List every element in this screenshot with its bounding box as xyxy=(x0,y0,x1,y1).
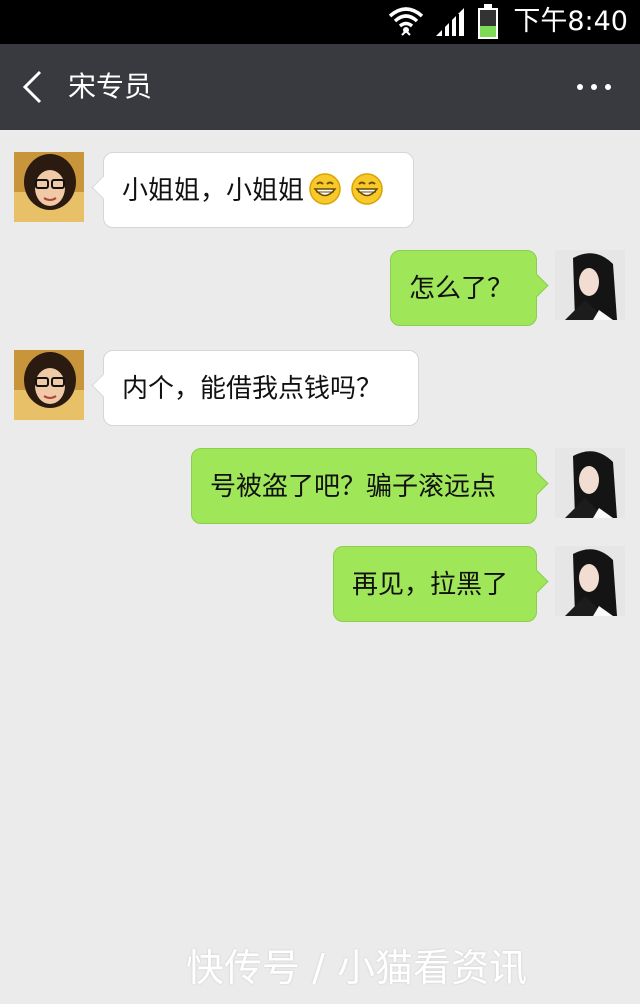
message-text: 内个，能借我点钱吗？ xyxy=(122,374,383,404)
contact-avatar[interactable] xyxy=(14,350,84,420)
wifi-icon xyxy=(388,7,424,36)
my-avatar[interactable] xyxy=(555,546,625,616)
message-text: 号被盗了吧？骗子滚远点 xyxy=(210,472,497,502)
message-text: 再见，拉黑了 xyxy=(352,570,509,600)
my-avatar[interactable] xyxy=(555,448,625,518)
status-time: 下午8:40 xyxy=(513,6,628,37)
my-avatar[interactable] xyxy=(555,250,625,320)
grin-emoji-icon xyxy=(309,172,341,205)
battery-icon xyxy=(478,4,498,39)
message-bubble-outgoing: 号被盗了吧？骗子滚远点 xyxy=(191,448,537,524)
chevron-left-icon[interactable] xyxy=(20,70,44,104)
chat-header: 宋专员 xyxy=(0,44,640,130)
status-bar: 下午8:40 xyxy=(0,0,640,44)
message-bubble-incoming: 内个，能借我点钱吗？ xyxy=(103,350,419,426)
contact-avatar[interactable] xyxy=(14,152,84,222)
message-bubble-outgoing: 再见，拉黑了 xyxy=(333,546,537,622)
message-text: 怎么了？ xyxy=(409,274,514,304)
signal-icon xyxy=(436,8,464,36)
grin-emoji-icon xyxy=(351,172,383,205)
message-text: 小姐姐，小姐姐 xyxy=(122,176,305,206)
message-bubble-outgoing: 怎么了？ xyxy=(390,250,537,326)
more-dots-icon[interactable] xyxy=(576,82,612,92)
message-bubble-incoming: 小姐姐，小姐姐 xyxy=(103,152,414,228)
chat-title: 宋专员 xyxy=(68,70,153,103)
watermark: 快传号 / 小猫看资讯 xyxy=(186,946,527,990)
